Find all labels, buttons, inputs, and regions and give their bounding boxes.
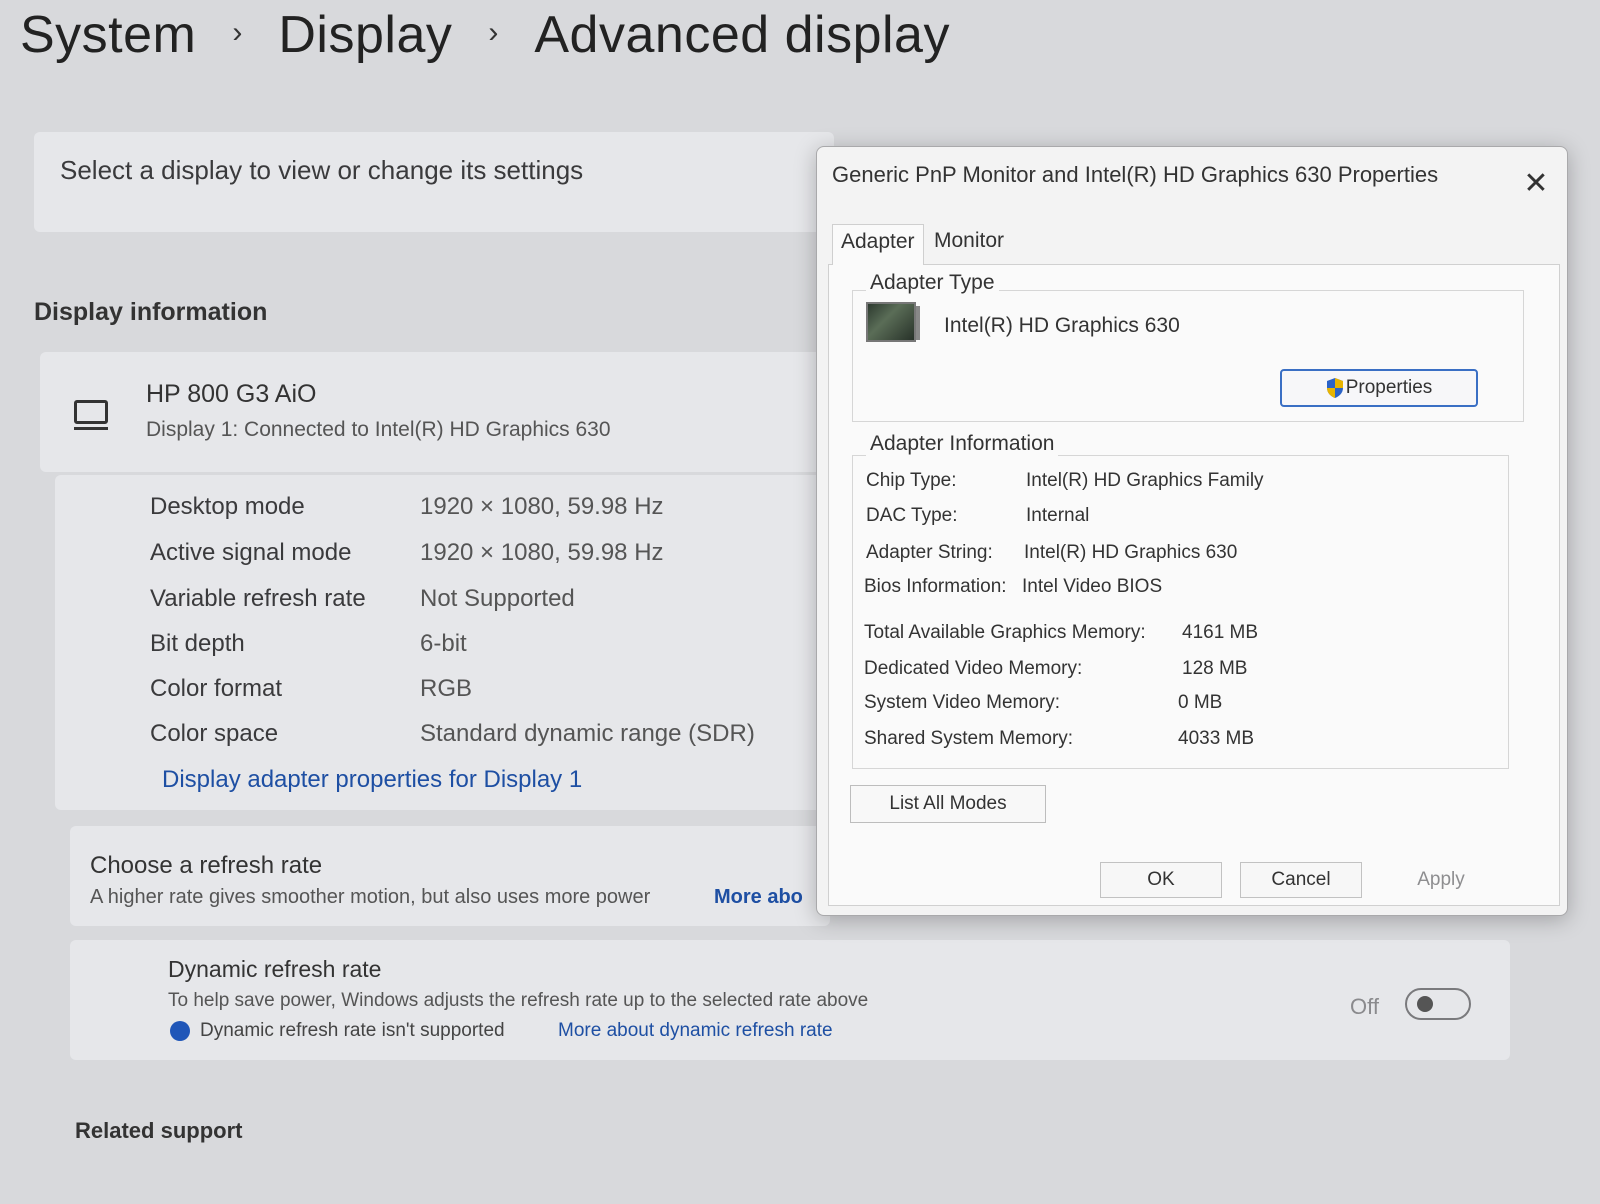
info-value: Standard dynamic range (SDR) (420, 720, 755, 747)
info-label: Active signal mode (150, 539, 352, 566)
adapter-info-label: DAC Type: (866, 505, 958, 526)
breadcrumb-chevron-icon: › (488, 16, 499, 49)
adapter-information-group (852, 455, 1509, 769)
memory-label: Dedicated Video Memory: (864, 658, 1083, 679)
related-support-title: Related support (75, 1118, 243, 1143)
memory-value: 128 MB (1182, 658, 1248, 679)
dynamic-refresh-note: Dynamic refresh rate isn't supported (200, 1020, 505, 1041)
info-value: 6-bit (420, 630, 467, 657)
breadcrumb-system[interactable]: System (20, 5, 196, 65)
adapter-info-label: Bios Information: (864, 576, 1007, 597)
monitor-icon (74, 400, 108, 430)
info-row-color-space: Color space Standard dynamic range (SDR) (150, 720, 830, 754)
memory-value: 4033 MB (1178, 728, 1255, 749)
refresh-rate-more-link[interactable]: More abo (714, 886, 810, 909)
properties-button-label: Properties (1345, 377, 1433, 398)
info-label: Variable refresh rate (150, 585, 366, 612)
list-all-modes-button[interactable]: List All Modes (850, 785, 1046, 823)
dialog-title: Generic PnP Monitor and Intel(R) HD Grap… (832, 162, 1439, 187)
adapter-info-label: Adapter String: (866, 542, 993, 563)
display-connection: Display 1: Connected to Intel(R) HD Grap… (146, 418, 611, 441)
apply-button[interactable]: Apply (1380, 862, 1502, 898)
toggle-state-label: Off (1350, 994, 1379, 1019)
adapter-type-label: Adapter Type (866, 271, 999, 295)
memory-value: 4161 MB (1182, 622, 1259, 643)
adapter-info-value: Internal (1026, 505, 1090, 526)
close-icon[interactable]: ✕ (1520, 168, 1552, 200)
info-row-color-format: Color format RGB (150, 675, 830, 709)
tab-monitor[interactable]: Monitor (926, 224, 1012, 264)
tab-adapter[interactable]: Adapter (832, 224, 924, 265)
adapter-info-value: Intel(R) HD Graphics Family (1026, 470, 1264, 491)
cancel-button[interactable]: Cancel (1240, 862, 1362, 898)
toggle-knob (1417, 996, 1433, 1012)
info-value: Not Supported (420, 585, 575, 612)
gpu-card-icon (866, 302, 920, 342)
memory-label: Total Available Graphics Memory: (864, 622, 1146, 643)
display-information-title: Display information (34, 298, 268, 326)
info-row-bit-depth: Bit depth 6-bit (150, 630, 830, 664)
info-label: Bit depth (150, 630, 245, 657)
breadcrumb-chevron-icon: › (232, 16, 243, 49)
adapter-info-label: Chip Type: (866, 470, 957, 491)
memory-label: Shared System Memory: (864, 728, 1074, 749)
adapter-type-value: Intel(R) HD Graphics 630 (944, 314, 1180, 337)
display-name: HP 800 G3 AiO (146, 380, 317, 408)
page-title: Advanced display (534, 6, 950, 64)
adapter-info-value: Intel Video BIOS (1022, 576, 1163, 597)
info-label: Color format (150, 675, 283, 702)
info-row-desktop-mode: Desktop mode 1920 × 1080, 59.98 Hz (150, 493, 830, 527)
select-display-label: Select a display to view or change its s… (60, 155, 584, 185)
dynamic-refresh-description: To help save power, Windows adjusts the … (168, 990, 869, 1011)
info-value: 1920 × 1080, 59.98 Hz (420, 493, 664, 520)
memory-value: 0 MB (1178, 692, 1223, 713)
breadcrumb: System › Display › Advanced display (20, 0, 950, 70)
dynamic-refresh-more-link[interactable]: More about dynamic refresh rate (558, 1020, 833, 1042)
memory-label: System Video Memory: (864, 692, 1061, 713)
info-row-active-signal-mode: Active signal mode 1920 × 1080, 59.98 Hz (150, 539, 830, 573)
refresh-rate-description: A higher rate gives smoother motion, but… (90, 886, 651, 908)
adapter-information-label: Adapter Information (866, 432, 1059, 456)
info-icon (170, 1021, 190, 1041)
info-value: RGB (420, 675, 473, 702)
info-label: Color space (150, 720, 279, 747)
info-label: Desktop mode (150, 493, 305, 520)
display-info-header[interactable] (40, 352, 830, 472)
adapter-properties-button[interactable]: Properties (1280, 369, 1478, 407)
info-value: 1920 × 1080, 59.98 Hz (420, 539, 664, 566)
breadcrumb-display[interactable]: Display (278, 5, 452, 65)
display-adapter-properties-link[interactable]: Display adapter properties for Display 1 (162, 766, 582, 794)
info-row-variable-refresh-rate: Variable refresh rate Not Supported (150, 585, 830, 619)
ok-button[interactable]: OK (1100, 862, 1222, 898)
dynamic-refresh-toggle[interactable] (1405, 988, 1471, 1020)
adapter-info-value: Intel(R) HD Graphics 630 (1024, 542, 1238, 563)
uac-shield-icon (1326, 377, 1343, 398)
dynamic-refresh-title: Dynamic refresh rate (168, 956, 382, 982)
refresh-rate-title: Choose a refresh rate (90, 852, 323, 879)
